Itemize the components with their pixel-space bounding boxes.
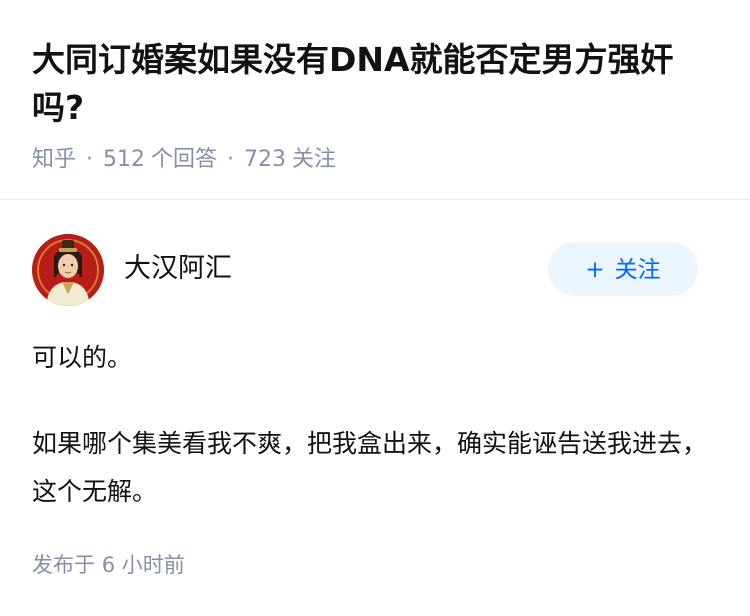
follower-count: 723 <box>244 147 287 172</box>
answer-count[interactable]: 512 <box>103 147 145 172</box>
portrait-avatar-icon <box>32 234 104 306</box>
answer-paragraph: 如果哪个集美看我不爽，把我盒出来，确实能诬告送我进去，这个无解。 <box>32 429 708 506</box>
source-label[interactable]: 知乎 <box>32 147 76 172</box>
avatar[interactable] <box>32 234 104 306</box>
question-title[interactable]: 大同订婚案如果没有DNA就能否定男方强奸吗? <box>32 36 712 132</box>
follower-count-label: 关注 <box>292 147 337 172</box>
answer-paragraph: 可以的。 <box>32 343 133 372</box>
publish-time[interactable]: 发布于 6 小时前 <box>32 548 185 582</box>
question-meta: 知乎 · 512 个回答 · 723 关注 <box>32 144 336 176</box>
question-header: 大同订婚案如果没有DNA就能否定男方强奸吗? 知乎 · 512 个回答 · 723 关注 <box>0 0 750 200</box>
follow-button[interactable]: + 关注 <box>548 242 698 296</box>
publish-label: 发布于 <box>32 553 95 577</box>
answer-content: 可以的。 如果哪个集美看我不爽，把我盒出来，确实能诬告送我进去，这个无解。 <box>32 334 712 516</box>
plus-icon: + <box>585 257 605 283</box>
follow-button-label: 关注 <box>614 257 661 283</box>
answer-count-label[interactable]: 个回答 <box>151 147 217 172</box>
author-info: 大汉阿汇 + 关注 <box>32 232 718 308</box>
author-name[interactable]: 大汉阿汇 <box>124 250 232 288</box>
separator-dot: · <box>86 147 94 172</box>
publish-time-value: 6 小时前 <box>101 553 185 577</box>
separator-dot: · <box>227 147 235 172</box>
